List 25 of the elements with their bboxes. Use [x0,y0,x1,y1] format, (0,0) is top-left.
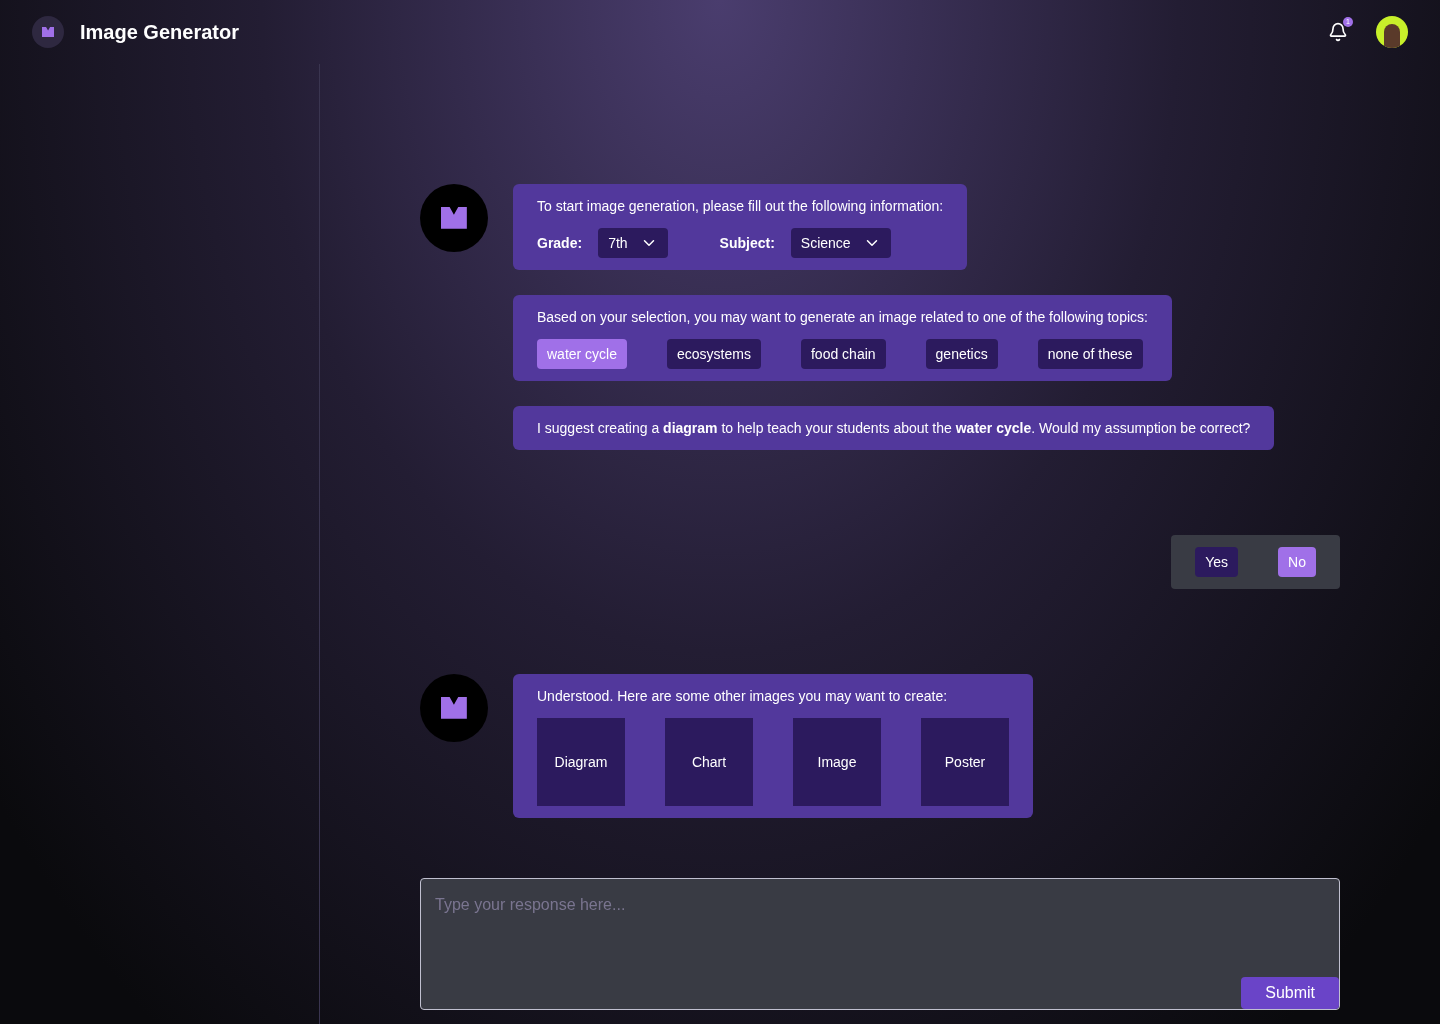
topic-chip[interactable]: water cycle [537,339,628,369]
message-text: Based on your selection, you may want to generate an image related to one of the following topics: [537,308,1148,327]
topic-chip[interactable]: genetics [925,339,998,369]
submit-button[interactable]: Submit [1241,977,1339,1009]
field-label: Subject: [719,234,775,253]
topic-chip[interactable]: food chain [800,339,886,369]
bell-icon[interactable] [1328,22,1348,42]
reply-option[interactable]: No [1278,547,1316,577]
dropdown[interactable]: 7th [598,228,668,258]
logo-icon [32,16,64,48]
app-title: Image Generator [80,20,239,45]
image-type-card[interactable]: Image [793,718,881,806]
image-type-card[interactable]: Poster [921,718,1009,806]
image-type-card[interactable]: Diagram [537,718,625,806]
dropdown[interactable]: Science [790,228,891,258]
message-text: To start image generation, please fill out the following information: [537,197,944,216]
message-text: I suggest creating a diagram to help teach your students about the water cycle. Would my assumption be correct? [537,420,1251,436]
message-text: Understood. Here are some other images you may want to create: [537,687,949,706]
field-label: Grade: [537,234,583,253]
reply-option[interactable]: Yes [1195,547,1239,577]
response-field[interactable]: Type your response here... Submit [420,878,1340,1010]
topic-chip[interactable]: none of these [1037,339,1143,369]
image-type-card[interactable]: Chart [665,718,753,806]
avatar[interactable] [1376,16,1408,48]
topic-chip[interactable]: ecosystems [667,339,761,369]
